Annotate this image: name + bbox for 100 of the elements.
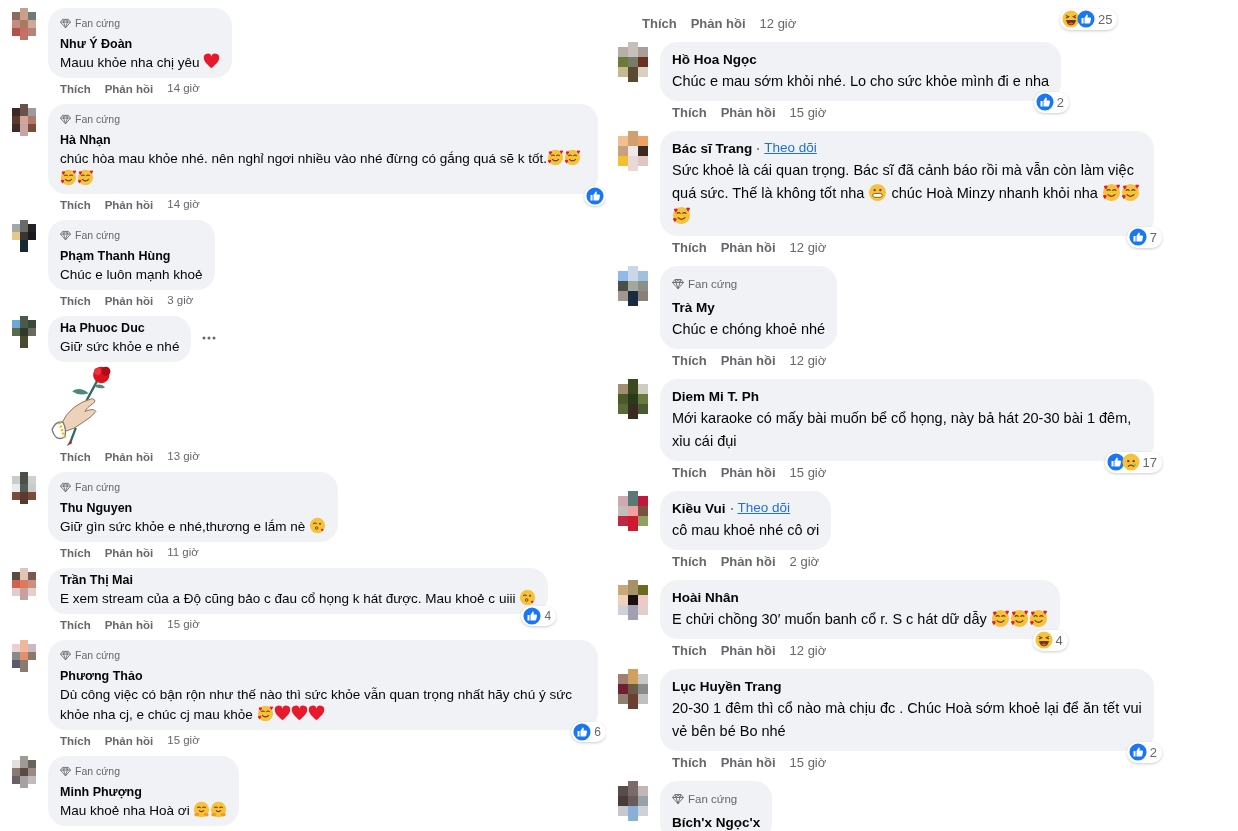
reactions-pill[interactable] [584,186,606,206]
like-link[interactable]: Thích [642,16,677,32]
smiling-face-icon [256,705,274,722]
follow-link[interactable]: Theo dõi [764,138,817,159]
reactions-pill[interactable]: 4 [521,606,557,626]
reply-link[interactable]: Phản hồi [720,755,776,771]
reply-link[interactable]: Phản hồi [720,554,776,570]
reply-link[interactable]: Phản hồi [720,643,776,659]
reactions-pill[interactable]: 2 [1126,741,1162,763]
badge-label: Fan cứng [75,17,120,30]
commenter-name[interactable]: Trà My [672,297,715,318]
diamond-icon [60,230,71,241]
timestamp: 15 giờ [789,104,827,123]
like-link[interactable]: Thích [672,240,707,256]
timestamp: 15 giờ [789,754,827,773]
avatar[interactable] [618,379,648,419]
like-link[interactable]: Thích [672,105,707,121]
avatar[interactable] [618,42,648,82]
timestamp: 15 giờ [789,464,827,483]
timestamp: 11 giờ [167,545,199,561]
like-link[interactable]: Thích [60,733,91,749]
reply-link[interactable]: Phản hồi [720,240,776,256]
comment-text: Chúc e chóng khoẻ nhé [672,320,826,339]
diamond-icon [60,482,71,493]
reaction-count: 4 [1054,631,1064,650]
reply-link[interactable]: Phản hồi [690,16,746,32]
smiling-face-icon [60,169,77,186]
heart-icon [273,705,291,722]
diamond-icon [672,278,684,290]
avatar[interactable] [618,781,648,821]
commenter-name[interactable]: Phạm Thanh Hùng [60,248,171,265]
timestamp: 13 giờ [167,449,200,465]
avatar[interactable] [12,640,36,672]
like-reaction-icon [1035,93,1054,112]
reply-link[interactable]: Phản hồi [104,81,154,97]
avatar[interactable] [12,220,36,252]
commenter-name[interactable]: Diem Mi T. Ph [672,386,759,407]
reply-link[interactable]: Phản hồi [720,465,776,481]
commenter-name[interactable]: Bích'x Ngọc'x [672,812,761,831]
avatar[interactable] [618,491,648,531]
reaction-count: 25 [1097,10,1114,29]
commenter-name[interactable]: Kiều Vui [672,498,726,519]
commenter-name[interactable]: Lục Huyền Trang [672,676,782,697]
reply-link[interactable]: Phản hồi [104,197,154,213]
avatar[interactable] [12,568,36,600]
commenter-name[interactable]: Minh Phượng [60,784,142,801]
reactions-pill[interactable]: 6 [571,722,606,742]
comment-text: Mới karaoke có mấy bài muốn bể cổ họng, này bả hát 20-30 bài 1 đêm, xỉu cái đụi [672,409,1133,451]
like-link[interactable]: Thích [672,353,707,369]
commenter-name[interactable]: Phương Thảo [60,668,143,685]
like-link[interactable]: Thích [60,197,91,213]
reaction-count: 17 [1141,453,1158,472]
like-link[interactable]: Thích [672,755,707,771]
reactions-pill[interactable]: 17 [1104,451,1162,473]
reactions-pill[interactable]: 7 [1126,226,1162,248]
badge-label: Fan cứng [75,113,120,126]
reply-link[interactable]: Phản hồi [104,545,154,561]
like-link[interactable]: Thích [672,554,707,570]
avatar[interactable] [618,580,648,620]
reply-link[interactable]: Phản hồi [104,449,154,465]
commenter-name[interactable]: Trần Thị Mai [60,572,133,589]
heart-icon [203,53,221,70]
commenter-name[interactable]: Ha Phuoc Duc [60,320,145,337]
like-link[interactable]: Thích [60,617,91,633]
avatar[interactable] [12,316,36,348]
reply-link[interactable]: Phản hồi [104,293,154,309]
avatar[interactable] [12,104,36,136]
commenter-name[interactable]: Thu Nguyen [60,500,133,517]
reply-link[interactable]: Phản hồi [720,105,776,121]
smiling-face-icon [1120,183,1140,202]
avatar[interactable] [618,669,648,709]
commenter-name[interactable]: Bác sĩ Trang [672,138,753,159]
comment-text: E xem stream của a Độ cũng bảo c đau cổ họng k hát được. Mau khoẻ c uiii [60,589,537,609]
comment-text: Dù công việc có bận rộn như thế nào thì sức khỏe vẫn quan trọng nhất hãy chú ý sức khỏe nha cj, e chúc cj mau khỏe [60,686,573,724]
like-reaction-icon [523,607,542,625]
like-link[interactable]: Thích [672,465,707,481]
reply-link[interactable]: Phản hồi [104,617,154,633]
avatar[interactable] [618,266,648,306]
commenter-name[interactable]: Hoài Nhân [672,587,739,608]
commenter-name[interactable]: Hồ Hoa Ngọc [672,49,757,70]
avatar[interactable] [12,472,36,504]
follow-link[interactable]: Theo dõi [737,498,791,519]
reactions-pill[interactable]: 2 [1033,91,1070,113]
commenter-name[interactable]: Hà Nhạn [60,132,111,149]
reply-link[interactable]: Phản hồi [720,353,776,369]
diamond-icon [60,114,71,125]
avatar[interactable] [12,756,36,788]
smiling-face-icon [1028,609,1048,628]
reactions-pill[interactable]: 25 [1060,8,1118,30]
like-link[interactable]: Thích [60,81,91,97]
heart-icon [307,705,325,722]
avatar[interactable] [618,131,648,171]
reactions-pill[interactable]: 4 [1032,629,1068,651]
like-link[interactable]: Thích [60,545,91,561]
badge-label: Fan cứng [75,481,120,494]
commenter-name[interactable]: Như Ý Đoàn [60,36,133,53]
like-link[interactable]: Thích [672,643,707,659]
reply-link[interactable]: Phản hồi [104,733,154,749]
like-link[interactable]: Thích [60,449,91,465]
like-link[interactable]: Thích [60,293,91,309]
